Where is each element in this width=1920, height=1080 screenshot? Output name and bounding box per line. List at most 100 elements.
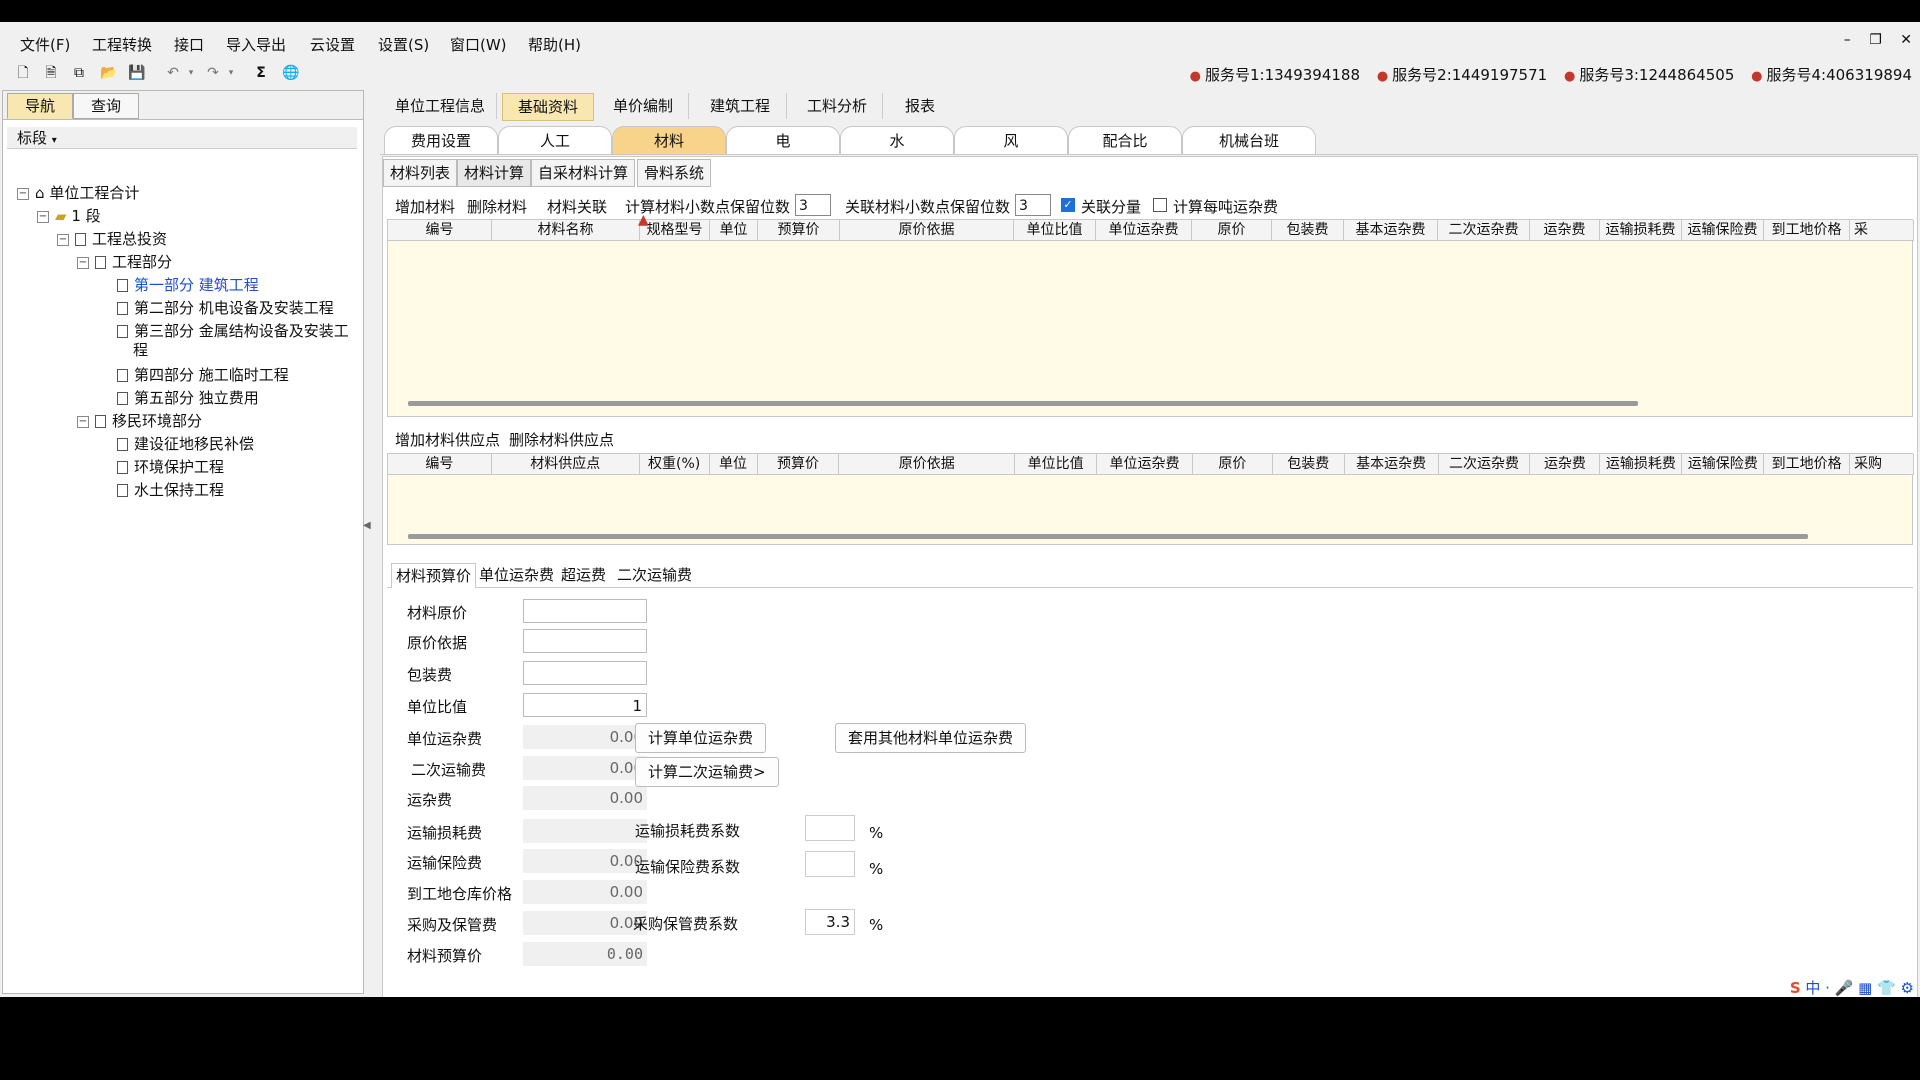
tab-base-data[interactable]: 基础资料	[502, 93, 594, 121]
col-name[interactable]: 材料名称	[492, 220, 640, 240]
menu-file[interactable]: 文件(F)	[20, 34, 70, 55]
add-supply-point-button[interactable]: 增加材料供应点	[395, 429, 500, 450]
ime-toolbar[interactable]: S 中 · 🎤 ▦ 👕 ⚙	[1790, 977, 1914, 998]
col-site-price[interactable]: 到工地价格	[1764, 454, 1851, 474]
tab-unit-freight[interactable]: 单位运杂费	[475, 563, 558, 587]
col-unit[interactable]: 单位	[710, 454, 758, 474]
tree-item[interactable]: 第三部分 金属结构设备及安装工	[117, 320, 349, 341]
tab-machinery[interactable]: 机械台班	[1182, 126, 1316, 154]
globe-icon[interactable]: 🌐	[282, 64, 300, 82]
col-budget-price[interactable]: 预算价	[758, 454, 840, 474]
tab-labor[interactable]: 人工	[498, 126, 612, 154]
unit-ratio-input[interactable]: 1	[523, 693, 647, 717]
tab-unit-project-info[interactable]: 单位工程信息	[384, 93, 497, 119]
save-icon[interactable]: 💾	[128, 64, 146, 82]
tree-item[interactable]: 第二部分 机电设备及安装工程	[117, 297, 334, 318]
horizontal-scrollbar[interactable]	[408, 401, 1638, 406]
tab-electricity[interactable]: 电	[726, 126, 840, 154]
collapse-icon[interactable]: −	[37, 210, 49, 223]
undo-icon[interactable]: ↶	[164, 64, 182, 82]
tab-navigation[interactable]: 导航	[7, 93, 73, 119]
collapse-icon[interactable]: −	[77, 415, 89, 428]
col-code[interactable]: 编号	[388, 220, 492, 240]
redo-dropdown-icon[interactable]: ▾	[222, 64, 240, 82]
calc-unit-freight-button[interactable]: 计算单位运杂费	[635, 723, 767, 753]
menu-settings[interactable]: 设置(S)	[378, 34, 429, 55]
tab-aggregate-system[interactable]: 骨料系统	[637, 159, 712, 187]
tree-item[interactable]: − 移民环境部分	[77, 410, 202, 431]
col-secondary-freight[interactable]: 二次运杂费	[1438, 220, 1530, 240]
col-unit-ratio[interactable]: 单位比值	[1015, 454, 1098, 474]
service-number-1[interactable]: 服务号1:1349394188	[1205, 66, 1360, 84]
col-freight[interactable]: 运杂费	[1530, 220, 1600, 240]
tab-reports[interactable]: 报表	[888, 93, 952, 119]
tree-item[interactable]: 第四部分 施工临时工程	[117, 364, 289, 385]
new-file-icon[interactable]: 🗋	[14, 64, 32, 82]
material-grid[interactable]: 编号 材料名称 规格型号 单位 预算价 原价依据 单位比值 单位运杂费 原价 包…	[387, 219, 1914, 417]
collapse-left-icon[interactable]: ◀	[363, 520, 371, 531]
service-number-3[interactable]: 服务号3:1244864505	[1579, 66, 1734, 84]
tree-item[interactable]: − ▰ 1 段	[37, 205, 101, 226]
linked-decimals-input[interactable]: 3	[1015, 194, 1051, 216]
tree-item[interactable]: − 工程总投资	[57, 228, 167, 249]
horizontal-scrollbar[interactable]	[408, 534, 1808, 539]
menu-import-export[interactable]: 导入导出	[226, 34, 286, 55]
menu-cloud[interactable]: 云设置	[310, 34, 355, 55]
redo-icon[interactable]: ↷	[204, 64, 222, 82]
apply-other-freight-button[interactable]: 套用其他材料单位运杂费	[835, 723, 1027, 753]
packing-fee-input[interactable]	[523, 661, 647, 685]
col-unit-freight[interactable]: 单位运杂费	[1096, 220, 1192, 240]
delete-material-button[interactable]: 删除材料	[467, 196, 527, 217]
add-material-button[interactable]: 增加材料	[395, 196, 455, 217]
open-folder-icon[interactable]: 📂	[100, 64, 118, 82]
collapse-icon[interactable]: −	[77, 256, 89, 269]
restore-icon[interactable]: ❐	[1869, 32, 1882, 48]
col-budget-price[interactable]: 预算价	[758, 220, 840, 240]
col-unit-freight[interactable]: 单位运杂费	[1097, 454, 1193, 474]
tab-self-material-calc[interactable]: 自采材料计算	[531, 159, 636, 187]
col-site-price[interactable]: 到工地价格	[1764, 220, 1850, 240]
tab-material[interactable]: 材料	[612, 126, 726, 154]
decimals-input[interactable]: 3	[795, 194, 831, 216]
tree-item-wrap[interactable]: 程	[133, 339, 148, 360]
tab-air[interactable]: 风	[954, 126, 1068, 154]
col-transport-insurance[interactable]: 运输保险费	[1682, 220, 1764, 240]
service-number-2[interactable]: 服务号2:1449197571	[1392, 66, 1547, 84]
section-dropdown[interactable]: 标段 ▾	[7, 127, 357, 149]
tab-over-freight[interactable]: 超运费	[557, 563, 610, 587]
tree-item[interactable]: − 工程部分	[77, 251, 172, 272]
col-secondary-freight[interactable]: 二次运杂费	[1439, 454, 1531, 474]
insurance-coefficient-input[interactable]	[805, 851, 855, 877]
ime-status[interactable]: 中 · 🎤 ▦ 👕 ⚙	[1805, 979, 1914, 997]
delete-supply-point-button[interactable]: 删除材料供应点	[509, 429, 614, 450]
tree-item[interactable]: 环境保护工程	[117, 456, 224, 477]
col-transport-loss[interactable]: 运输损耗费	[1600, 220, 1682, 240]
panel-splitter[interactable]: ◀	[362, 90, 372, 992]
tab-unit-price[interactable]: 单价编制	[598, 93, 689, 119]
tab-material-budget-price[interactable]: 材料预算价	[391, 563, 477, 588]
tree-item[interactable]: − ⌂ 单位工程合计	[17, 182, 139, 203]
supply-grid[interactable]: 编号 材料供应点 权重(%) 单位 预算价 原价依据 单位比值 单位运杂费 原价…	[387, 453, 1914, 545]
menu-window[interactable]: 窗口(W)	[450, 34, 507, 55]
col-purchase[interactable]: 采	[1850, 220, 1914, 240]
col-packing[interactable]: 包装费	[1273, 454, 1345, 474]
tree-item[interactable]: 第五部分 独立费用	[117, 387, 259, 408]
link-amount-checkbox[interactable]: ✓	[1061, 198, 1075, 212]
menu-convert[interactable]: 工程转换	[92, 34, 152, 55]
tab-secondary-transport[interactable]: 二次运输费	[613, 563, 696, 587]
loss-coefficient-input[interactable]	[805, 815, 855, 841]
copy-doc-icon[interactable]: ⧉	[70, 64, 88, 82]
sogou-icon[interactable]: S	[1790, 979, 1801, 997]
tab-material-list[interactable]: 材料列表	[383, 159, 458, 187]
col-transport-insurance[interactable]: 运输保险费	[1682, 454, 1765, 474]
collapse-icon[interactable]: −	[17, 187, 29, 200]
col-freight[interactable]: 运杂费	[1530, 454, 1601, 474]
col-spec[interactable]: 规格型号	[640, 220, 710, 240]
tree-item[interactable]: 水土保持工程	[117, 479, 224, 500]
document-icon[interactable]: 🗎	[42, 64, 60, 82]
tab-building[interactable]: 建筑工程	[694, 93, 787, 119]
col-supply-point[interactable]: 材料供应点	[492, 454, 640, 474]
storage-coefficient-input[interactable]: 3.3	[805, 909, 855, 935]
tree-item-selected[interactable]: 第一部分 建筑工程	[117, 274, 259, 295]
col-transport-loss[interactable]: 运输损耗费	[1600, 454, 1683, 474]
